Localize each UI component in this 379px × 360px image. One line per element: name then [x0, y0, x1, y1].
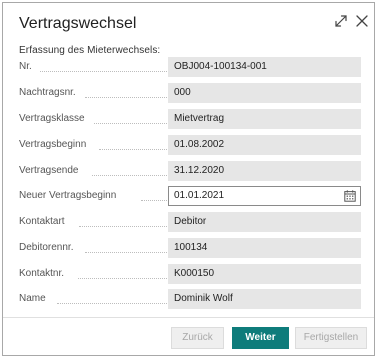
field-label: Vertragsende	[19, 165, 79, 176]
field-value-kontaktnr: K000150	[168, 264, 361, 284]
close-icon[interactable]	[353, 12, 371, 30]
field-row-vertragsende: Vertragsende 31.12.2020	[19, 161, 362, 181]
section-title: Erfassung des Mieterwechsels:	[19, 45, 161, 56]
field-row-nr: Nr. OBJ004-100134-001	[19, 57, 362, 77]
finish-button[interactable]: Fertigstellen	[295, 327, 367, 349]
field-label: Nachtragsnr.	[19, 87, 76, 98]
new-contract-start-input[interactable]: 01.01.2021	[168, 186, 361, 206]
field-label: Neuer Vertragsbeginn	[19, 190, 117, 201]
field-row-kontaktnr: Kontaktnr. K000150	[19, 264, 362, 284]
footer-divider	[3, 317, 374, 318]
back-button[interactable]: Zurück	[171, 327, 224, 349]
dotted-leader	[85, 252, 169, 253]
dotted-leader	[57, 303, 169, 304]
field-row-name: Name Dominik Wolf	[19, 289, 362, 309]
field-row-kontaktart: Kontaktart Debitor	[19, 212, 362, 232]
field-label: Vertragsbeginn	[19, 139, 87, 150]
field-row-vertragsklasse: Vertragsklasse Mietvertrag	[19, 109, 362, 129]
dotted-leader	[92, 175, 169, 176]
field-label: Nr.	[19, 61, 32, 72]
field-value-name: Dominik Wolf	[168, 289, 361, 309]
field-value-kontaktart: Debitor	[168, 212, 361, 232]
field-row-neuer-vertragsbeginn: Neuer Vertragsbeginn 01.01.2021	[19, 186, 362, 206]
dotted-leader	[94, 123, 169, 124]
dotted-leader	[99, 149, 169, 150]
dotted-leader	[79, 226, 169, 227]
field-value-vertragsbeginn: 01.08.2002	[168, 135, 361, 155]
field-label: Kontaktart	[19, 216, 65, 227]
dialog-title: Vertragswechsel	[19, 15, 137, 32]
field-value-nachtragsnr: 000	[168, 83, 361, 103]
dotted-leader	[141, 200, 169, 201]
expand-icon[interactable]	[332, 12, 350, 30]
field-value-vertragsende: 31.12.2020	[168, 161, 361, 181]
calendar-icon[interactable]	[344, 190, 356, 202]
dotted-leader	[78, 278, 169, 279]
field-value-debitorennr: 100134	[168, 238, 361, 258]
dialog: Vertragswechsel Erfassung des Mieterwech…	[2, 2, 375, 356]
field-label: Vertragsklasse	[19, 113, 85, 124]
field-label: Name	[19, 293, 46, 304]
field-label: Kontaktnr.	[19, 268, 65, 279]
field-label: Debitorennr.	[19, 242, 74, 253]
field-row-vertragsbeginn: Vertragsbeginn 01.08.2002	[19, 135, 362, 155]
new-contract-start-value: 01.01.2021	[174, 190, 225, 201]
field-value-vertragsklasse: Mietvertrag	[168, 109, 361, 129]
dotted-leader	[85, 97, 169, 98]
field-value-nr: OBJ004-100134-001	[168, 57, 361, 77]
next-button[interactable]: Weiter	[232, 327, 289, 349]
dotted-leader	[40, 71, 169, 72]
field-row-nachtragsnr: Nachtragsnr. 000	[19, 83, 362, 103]
field-row-debitorennr: Debitorennr. 100134	[19, 238, 362, 258]
